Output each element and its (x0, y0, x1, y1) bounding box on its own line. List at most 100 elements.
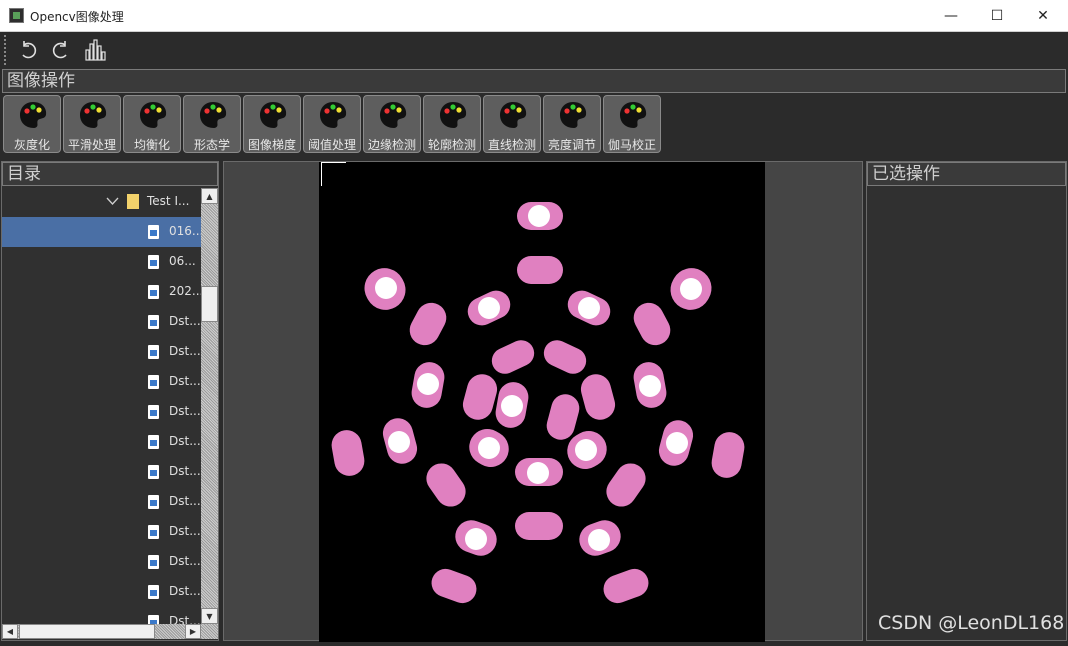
tree-file-label: Dst... (169, 344, 201, 358)
tree-file-item[interactable]: Dst... (2, 487, 202, 517)
op-label: 形态学 (193, 138, 230, 152)
histogram-icon (85, 39, 106, 61)
tree-file-item[interactable]: Dst... (2, 517, 202, 547)
tree-file-label: Dst... (169, 374, 201, 388)
op-smoothing-button[interactable]: 平滑处理 (63, 95, 121, 153)
palette-icon (140, 102, 167, 128)
tree-file-item[interactable]: Dst... (2, 607, 202, 624)
op-equalization-button[interactable]: 均衡化 (123, 95, 181, 153)
processed-image (331, 202, 745, 604)
image-file-icon (148, 345, 159, 359)
palette-icon (20, 102, 47, 128)
palette-icon (500, 102, 527, 128)
image-file-icon (148, 495, 159, 509)
scroll-thumb[interactable] (201, 286, 218, 322)
op-grayscale-button[interactable]: 灰度化 (3, 95, 61, 153)
image-file-icon (148, 435, 159, 449)
image-file-icon (148, 375, 159, 389)
palette-icon (440, 102, 467, 128)
op-contour-detection-button[interactable]: 轮廓检测 (423, 95, 481, 153)
tree-file-item[interactable]: Dst... (2, 397, 202, 427)
selected-operations-header: 已选操作 (867, 162, 1066, 186)
palette-icon (320, 102, 347, 128)
image-corner-mark (321, 162, 346, 163)
tree-file-item[interactable]: 016... (2, 217, 202, 247)
tree-vertical-scrollbar[interactable]: ▲ ▼ (201, 188, 218, 624)
image-file-icon (148, 315, 159, 329)
tree-file-item[interactable]: Dst... (2, 577, 202, 607)
palette-icon (620, 102, 647, 128)
tree-file-label: Dst... (169, 314, 201, 328)
chevron-down-icon[interactable] (106, 196, 119, 206)
image-corner-mark (321, 162, 322, 186)
op-brightness-button[interactable]: 亮度调节 (543, 95, 601, 153)
tree-file-item[interactable]: Dst... (2, 547, 202, 577)
op-morphology-button[interactable]: 形态学 (183, 95, 241, 153)
toolbar-grip[interactable] (4, 35, 8, 65)
directory-header: 目录 (2, 162, 218, 186)
tree-file-item[interactable]: Dst... (2, 457, 202, 487)
tree-file-label: Dst... (169, 584, 201, 598)
op-label: 图像梯度 (247, 138, 296, 152)
tree-file-item[interactable]: Dst... (2, 307, 202, 337)
minimize-button[interactable]: — (928, 0, 974, 31)
op-gamma-button[interactable]: 伽马校正 (603, 95, 661, 153)
image-file-icon (148, 255, 159, 269)
tree-folder-label: Test I... (147, 194, 190, 208)
scroll-right-button[interactable]: ▶ (185, 624, 201, 639)
tree-file-item[interactable]: 202... (2, 277, 202, 307)
tree-file-label: 06... (169, 254, 196, 268)
window-title: Opencv图像处理 (30, 10, 124, 24)
tree-folder[interactable]: Test I... (2, 187, 202, 217)
op-label: 边缘检测 (367, 138, 416, 152)
maximize-button[interactable]: ☐ (974, 0, 1020, 31)
tree-file-item[interactable]: Dst... (2, 427, 202, 457)
image-file-icon (148, 615, 159, 624)
image-file-icon (148, 405, 159, 419)
scroll-left-button[interactable]: ◀ (2, 624, 18, 639)
app-icon (9, 8, 24, 23)
op-edge-detection-button[interactable]: 边缘检测 (363, 95, 421, 153)
tree-file-label: Dst... (169, 614, 201, 624)
selected-operations-panel (866, 161, 1067, 641)
palette-icon (80, 102, 107, 128)
tree-horizontal-scrollbar[interactable]: ◀ ▶ (2, 624, 218, 639)
image-file-icon (148, 465, 159, 479)
tree-file-label: 016... (169, 224, 202, 238)
tree-file-item[interactable]: Dst... (2, 367, 202, 397)
op-label: 轮廓检测 (427, 138, 476, 152)
horizontal-scroll-thumb[interactable] (19, 624, 155, 639)
palette-icon (260, 102, 287, 128)
tree-file-label: Dst... (169, 524, 201, 538)
op-label: 亮度调节 (547, 138, 596, 152)
palette-icon (200, 102, 227, 128)
tree-file-label: Dst... (169, 464, 201, 478)
op-label: 平滑处理 (67, 138, 116, 152)
tree-file-label: 202... (169, 284, 202, 298)
image-file-icon (148, 285, 159, 299)
redo-button[interactable] (49, 38, 73, 62)
file-tree: Test I... 016... 06... 202... Dst... Dst… (2, 187, 202, 624)
scroll-up-button[interactable]: ▲ (201, 188, 218, 204)
tree-file-label: Dst... (169, 554, 201, 568)
tree-file-label: Dst... (169, 404, 201, 418)
image-canvas[interactable] (319, 162, 765, 642)
op-threshold-button[interactable]: 阈值处理 (303, 95, 361, 153)
palette-icon (560, 102, 587, 128)
histogram-button[interactable] (84, 38, 108, 62)
image-file-icon (148, 225, 159, 239)
toolbar (0, 32, 1068, 68)
undo-button[interactable] (16, 38, 40, 62)
op-label: 灰度化 (13, 138, 50, 152)
op-gradient-button[interactable]: 图像梯度 (243, 95, 301, 153)
op-line-detection-button[interactable]: 直线检测 (483, 95, 541, 153)
image-file-icon (148, 585, 159, 599)
watermark: CSDN @LeonDL168 (878, 612, 1065, 634)
folder-icon (127, 194, 139, 209)
close-button[interactable]: ✕ (1020, 0, 1066, 31)
scroll-down-button[interactable]: ▼ (201, 608, 218, 624)
tree-file-label: Dst... (169, 494, 201, 508)
tree-file-item[interactable]: Dst... (2, 337, 202, 367)
tree-file-item[interactable]: 06... (2, 247, 202, 277)
op-label: 均衡化 (133, 138, 170, 152)
